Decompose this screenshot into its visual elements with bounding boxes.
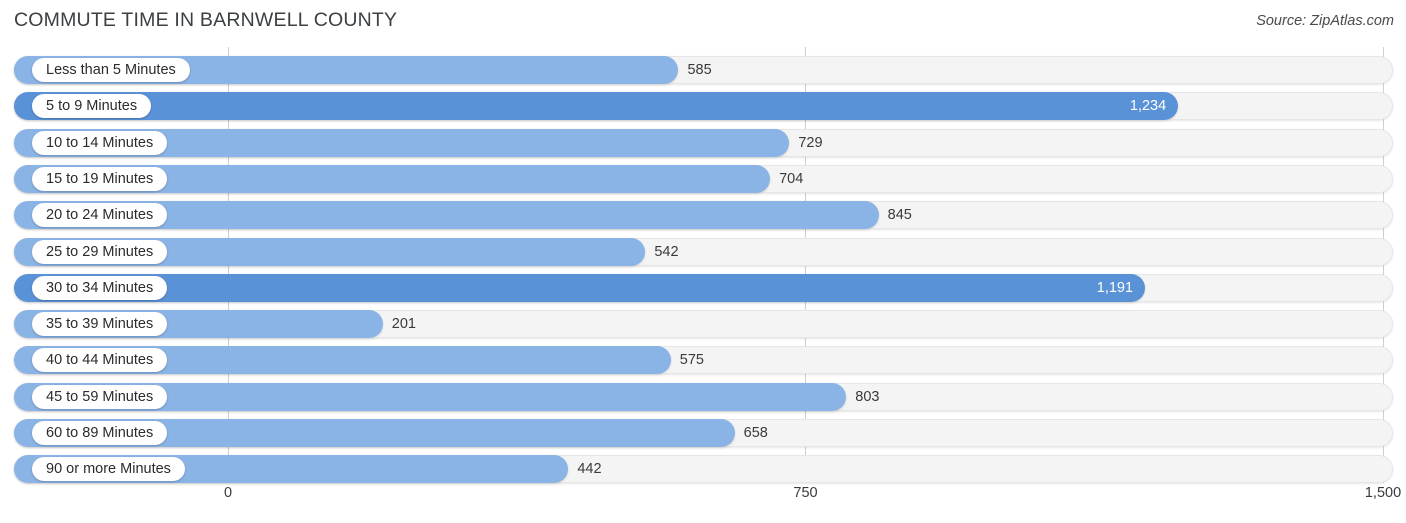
bar-category-label: 90 or more Minutes — [32, 457, 185, 482]
bar-row: 10 to 14 Minutes 729 — [14, 128, 1393, 157]
bar-value-label: 585 — [687, 62, 712, 78]
x-axis: 0 750 1,500 — [0, 485, 1406, 515]
bar-value-label: 201 — [391, 316, 416, 333]
bar-value-label: 442 — [577, 461, 602, 478]
bar-value-label: 542 — [654, 243, 679, 260]
bar-category-label: 5 to 9 Minutes — [32, 94, 152, 119]
bar-row: 35 to 39 Minutes 201 — [14, 310, 1393, 339]
bar-value-label: 1,191 — [1096, 279, 1134, 296]
bar-row: 45 to 59 Minutes 803 — [14, 382, 1393, 411]
bar-value-label: 704 — [779, 170, 804, 187]
bar-row: 20 to 24 Minutes 845 — [14, 201, 1393, 230]
bar-row: 30 to 34 Minutes 1,191 — [14, 273, 1393, 302]
bar-value-label: 845 — [887, 207, 912, 224]
x-axis-tick-label: 1,500 — [1364, 485, 1402, 501]
x-axis-tick-label: 0 — [223, 485, 233, 501]
bar-row: 90 or more Minutes 442 — [14, 455, 1393, 484]
bar-category-label: 45 to 59 Minutes — [32, 384, 168, 409]
bar-category-label: 30 to 34 Minutes — [32, 275, 168, 300]
bar-value-label: 658 — [743, 425, 768, 441]
page-title: COMMUTE TIME IN BARNWELL COUNTY — [14, 9, 398, 31]
chart-plot-area: Less than 5 Minutes 585 5 to 9 Minutes 1,23… — [0, 47, 1406, 484]
bar-row: Less than 5 Minutes 585 — [14, 56, 1393, 84]
bar-category-label: 10 to 14 Minutes — [32, 130, 168, 155]
bar-row: 25 to 29 Minutes 542 — [14, 237, 1393, 266]
bar-category-label: 60 to 89 Minutes — [32, 421, 168, 445]
source-attribution: Source: ZipAtlas.com — [1256, 13, 1394, 29]
bar-value-label: 1,234 — [1129, 98, 1167, 115]
bar[interactable] — [14, 92, 1179, 121]
bar-row: 40 to 44 Minutes 575 — [14, 346, 1393, 375]
bar[interactable] — [14, 273, 1146, 302]
bar-category-label: 25 to 29 Minutes — [32, 239, 168, 264]
x-axis-tick-label: 750 — [793, 485, 818, 501]
bar-value-label: 729 — [798, 134, 823, 151]
bar-value-label: 575 — [679, 352, 704, 369]
bar-category-label: 20 to 24 Minutes — [32, 203, 168, 228]
bar-category-label: 15 to 19 Minutes — [32, 166, 168, 191]
bar-value-label: 803 — [855, 388, 880, 405]
bar-row: 5 to 9 Minutes 1,234 — [14, 92, 1393, 121]
bar-row: 60 to 89 Minutes 658 — [14, 419, 1393, 447]
bar-category-label: Less than 5 Minutes — [32, 58, 190, 82]
bar-row: 15 to 19 Minutes 704 — [14, 164, 1393, 193]
bar-category-label: 35 to 39 Minutes — [32, 312, 168, 337]
bar-category-label: 40 to 44 Minutes — [32, 348, 168, 373]
